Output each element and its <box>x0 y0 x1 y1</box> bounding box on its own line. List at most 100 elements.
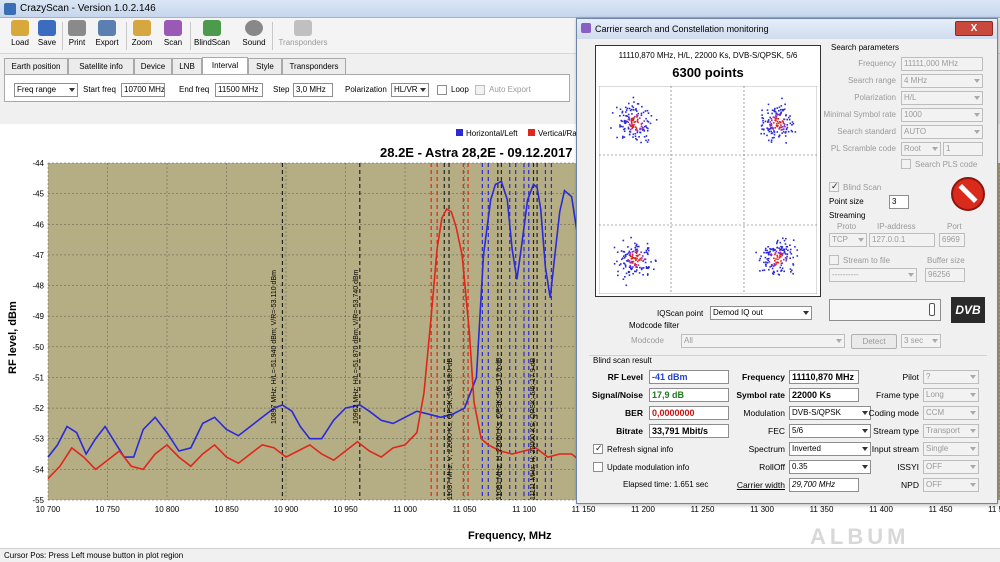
stop-icon[interactable] <box>951 177 985 211</box>
search-range-select[interactable]: 4 MHz <box>901 74 983 88</box>
search-pls-checkbox[interactable] <box>901 159 911 169</box>
constellation-dot <box>787 249 789 252</box>
constellation-dot <box>776 256 779 258</box>
tab-earth-position[interactable]: Earth position <box>4 58 68 74</box>
modcode-select[interactable]: All <box>681 334 845 348</box>
constellation-dot <box>634 264 636 266</box>
refresh-signal-checkbox[interactable] <box>593 443 603 454</box>
auto-export-label: Auto Export <box>489 85 531 94</box>
polarization-select[interactable]: HL/VR <box>391 83 429 97</box>
constellation-dot <box>619 108 622 110</box>
stream-file-select[interactable]: ---------- <box>829 268 917 282</box>
constellation-dot <box>637 264 640 266</box>
step-input[interactable]: 3,0 MHz <box>293 83 333 97</box>
x-tick-label: 11 200 <box>631 505 655 514</box>
constellation-dot <box>776 270 779 272</box>
input-stream-select[interactable]: Single <box>923 442 979 456</box>
close-button[interactable]: X <box>955 21 993 36</box>
tab-satellite-info[interactable]: Satellite info <box>68 58 134 74</box>
constellation-dot <box>771 119 773 122</box>
polarization-param-select[interactable]: H/L <box>901 91 983 105</box>
zoom-button[interactable]: Zoom <box>129 19 155 52</box>
detect-button[interactable]: Detect <box>851 334 897 349</box>
tab-device[interactable]: Device <box>134 58 172 74</box>
constellation-dot <box>767 259 769 262</box>
app-title: CrazyScan - Version 1.0.2.146 <box>20 3 156 14</box>
constellation-dot <box>794 131 797 133</box>
toolbar-separator <box>126 22 127 50</box>
constellation-dot <box>647 267 649 270</box>
print-button[interactable]: Print <box>64 19 90 52</box>
blindscan-button[interactable]: BlindScan <box>193 19 231 52</box>
x-tick-label: 11 250 <box>691 505 715 514</box>
end-freq-input[interactable]: 11500 MHz <box>215 83 263 97</box>
freq-mode-select[interactable]: Freq range <box>14 83 78 97</box>
bitrate-label: Bitrate <box>616 426 643 436</box>
tab-style[interactable]: Style <box>248 58 282 74</box>
stream-type-select[interactable]: Transport <box>923 424 979 438</box>
constellation-dot <box>780 105 783 107</box>
detect-time-select[interactable]: 3 sec <box>901 334 941 348</box>
update-modulation-checkbox[interactable] <box>593 462 603 472</box>
npd-select[interactable]: OFF <box>923 478 979 492</box>
constellation-dot <box>629 253 631 256</box>
constellation-dot <box>771 267 774 270</box>
constellation-dot <box>782 249 784 252</box>
fec-select[interactable]: 5/6 <box>789 424 871 438</box>
tab-interval[interactable]: Interval <box>202 57 248 74</box>
constellation-dot <box>633 101 635 103</box>
pl-scramble-code-input[interactable]: 1 <box>943 142 983 156</box>
constellation-dot <box>779 266 781 269</box>
blind-scan-checkbox[interactable] <box>829 181 839 192</box>
tab-lnb[interactable]: LNB <box>172 58 202 74</box>
carrier-width-label[interactable]: Carrier width <box>737 480 785 490</box>
load-button[interactable]: Load <box>6 19 34 52</box>
constellation-dot <box>761 109 763 112</box>
blind-scan-label: Blind Scan <box>843 183 882 192</box>
port-input[interactable]: 6969 <box>939 233 965 247</box>
frame-type-select[interactable]: Long <box>923 388 979 402</box>
scan-button[interactable]: Scan <box>160 19 186 52</box>
save-button[interactable]: Save <box>34 19 60 52</box>
constellation-dot <box>787 116 790 119</box>
frequency-param-input[interactable]: 11111,000 MHz <box>901 57 983 71</box>
stream-type-label: Stream type <box>873 426 919 436</box>
iqscan-select[interactable]: Demod IQ out <box>710 306 812 320</box>
constellation-dot <box>786 253 789 255</box>
fec-label: FEC <box>768 426 785 436</box>
loop-checkbox[interactable] <box>437 85 447 95</box>
constellation-dot <box>647 249 650 252</box>
constellation-dot <box>623 130 626 132</box>
transponders-button[interactable]: Transponders <box>276 19 330 52</box>
rolloff-select[interactable]: 0.35 <box>789 460 871 474</box>
constellation-dot <box>770 254 772 257</box>
constellation-dot <box>791 130 794 133</box>
buffer-size-input[interactable]: 96256 <box>925 268 965 282</box>
pl-scramble-select[interactable]: Root <box>901 142 941 156</box>
dialog-title-bar[interactable]: Carrier search and Constellation monitor… <box>577 19 997 39</box>
constellation-dot <box>644 258 646 261</box>
auto-export-checkbox[interactable] <box>475 85 485 95</box>
constellation-dot <box>627 121 630 123</box>
tab-transponders[interactable]: Transponders <box>282 58 346 74</box>
sound-button[interactable]: Sound <box>240 19 268 52</box>
stream-to-file-checkbox[interactable] <box>829 255 839 265</box>
search-standard-select[interactable]: AUTO <box>901 125 983 139</box>
proto-select[interactable]: TCP <box>829 233 867 247</box>
constellation-dot <box>775 261 777 264</box>
min-symbol-rate-select[interactable]: 1000 <box>901 108 983 122</box>
blind-scan-result-title: Blind scan result <box>593 356 652 365</box>
pilot-select[interactable]: ? <box>923 370 979 384</box>
ip-address-input[interactable]: 127.0.0.1 <box>869 233 935 247</box>
toolbar-separator <box>190 22 191 50</box>
point-size-input[interactable]: 3 <box>889 195 909 209</box>
chevron-down-icon <box>970 483 976 487</box>
chevron-down-icon <box>974 79 980 83</box>
export-button[interactable]: Export <box>92 19 122 52</box>
modulation-select[interactable]: DVB-S/QPSK <box>789 406 871 420</box>
issyi-select[interactable]: OFF <box>923 460 979 474</box>
spectrum-select[interactable]: Inverted <box>789 442 871 456</box>
start-freq-input[interactable]: 10700 MHz <box>121 83 165 97</box>
coding-mode-select[interactable]: CCM <box>923 406 979 420</box>
constellation-dot <box>785 128 788 130</box>
